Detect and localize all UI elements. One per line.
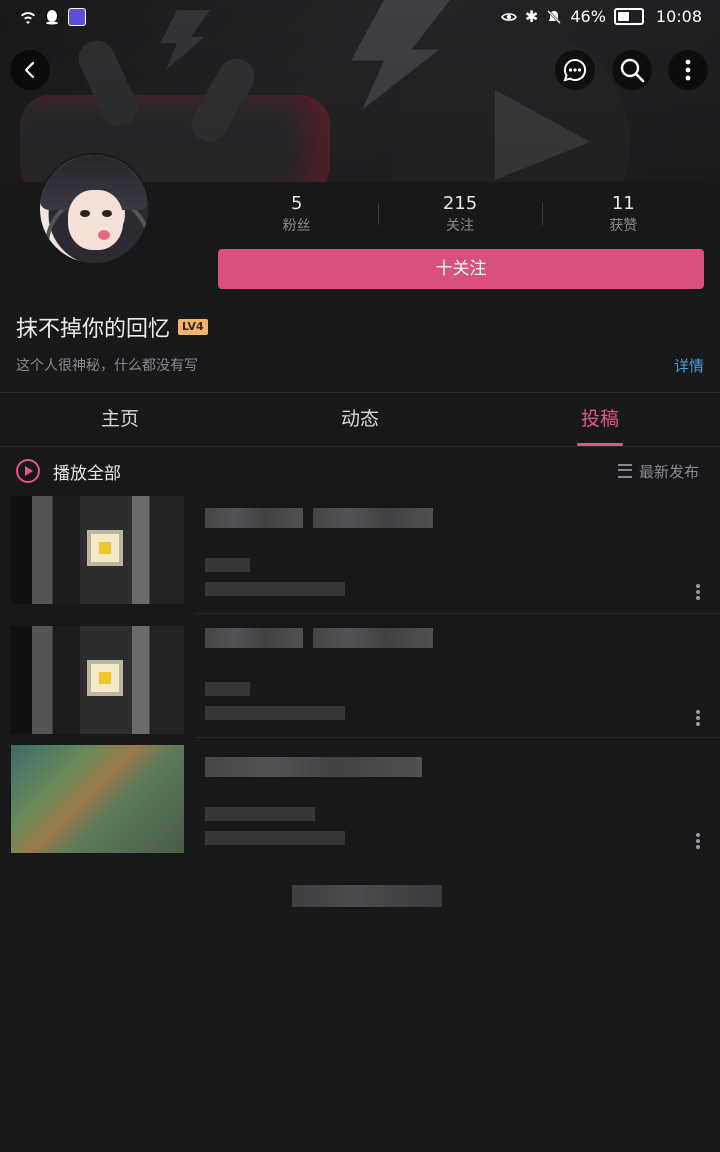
wifi-icon [21,12,35,24]
eye-icon [501,12,517,21]
message-button[interactable] [555,50,595,90]
divider [195,613,720,614]
item-more-icon[interactable] [696,710,700,726]
back-button[interactable] [10,50,50,90]
video-title-redacted [205,508,303,528]
following-label: 关注 [445,218,474,234]
followers-count: 5 [290,193,303,214]
followers-stat[interactable]: 5 粉丝 [215,193,378,239]
divider [195,737,720,738]
video-title-redacted [313,628,433,648]
username-row: 抹不掉你的回忆 LV4 [16,311,208,343]
profile-stats: 5 粉丝 215 关注 11 获赞 [215,193,705,239]
divider [0,446,720,447]
sort-list-icon[interactable] [618,464,632,478]
follow-button[interactable]: 十关注 [218,249,704,289]
video-meta-redacted [205,582,345,596]
video-thumbnail[interactable] [11,626,184,734]
item-more-icon[interactable] [696,584,700,600]
video-meta-redacted [205,831,345,845]
qq-icon [46,10,58,25]
list-item[interactable] [0,745,720,867]
video-thumbnail[interactable] [11,745,184,853]
following-count: 215 [442,193,478,214]
status-bar: ✱ 46% 10:08 [0,0,720,34]
battery-percent: 46% [570,7,606,26]
bluetooth-icon: ✱ [524,7,539,26]
more-options-button[interactable] [668,50,708,90]
video-meta-redacted [205,682,250,696]
list-header: 播放全部 最新发布 [0,450,720,492]
list-footer-redacted [292,885,442,907]
item-more-icon[interactable] [696,833,700,849]
video-title-redacted [205,628,303,648]
bio-text: 这个人很神秘，什么都没有写 [16,358,198,374]
video-meta-redacted [205,807,315,821]
search-button[interactable] [612,50,652,90]
more-vertical-icon [685,59,691,81]
following-stat[interactable]: 215 关注 [378,193,541,239]
back-arrow-icon [24,61,35,79]
tab-home[interactable]: 主页 [0,393,240,446]
followers-label: 粉丝 [282,218,311,234]
likes-stat[interactable]: 11 获赞 [541,193,705,239]
level-badge: LV4 [178,319,208,335]
video-title-redacted [205,757,422,777]
video-meta-redacted [205,558,250,572]
app-notification-icon [68,8,86,26]
search-icon [620,58,645,83]
chat-bubble-icon [563,58,587,82]
avatar[interactable] [38,153,150,265]
play-circle-icon[interactable] [16,459,40,483]
details-link[interactable]: 详情 [674,355,704,376]
video-thumbnail[interactable] [11,496,184,604]
play-all-button[interactable]: 播放全部 [53,459,121,484]
sort-button[interactable]: 最新发布 [639,461,699,482]
list-item[interactable] [0,626,720,748]
battery-icon [613,8,644,25]
video-meta-redacted [205,706,345,720]
list-item[interactable] [0,496,720,618]
username: 抹不掉你的回忆 [16,317,171,342]
video-title-redacted [313,508,433,528]
tab-uploads[interactable]: 投稿 [480,393,720,446]
clock-time: 10:08 [655,7,702,26]
tab-activity[interactable]: 动态 [240,393,480,446]
profile-tabs: 主页 动态 投稿 [0,393,720,446]
mute-bell-icon [547,9,562,24]
likes-label: 获赞 [609,218,638,234]
likes-count: 11 [611,193,635,214]
